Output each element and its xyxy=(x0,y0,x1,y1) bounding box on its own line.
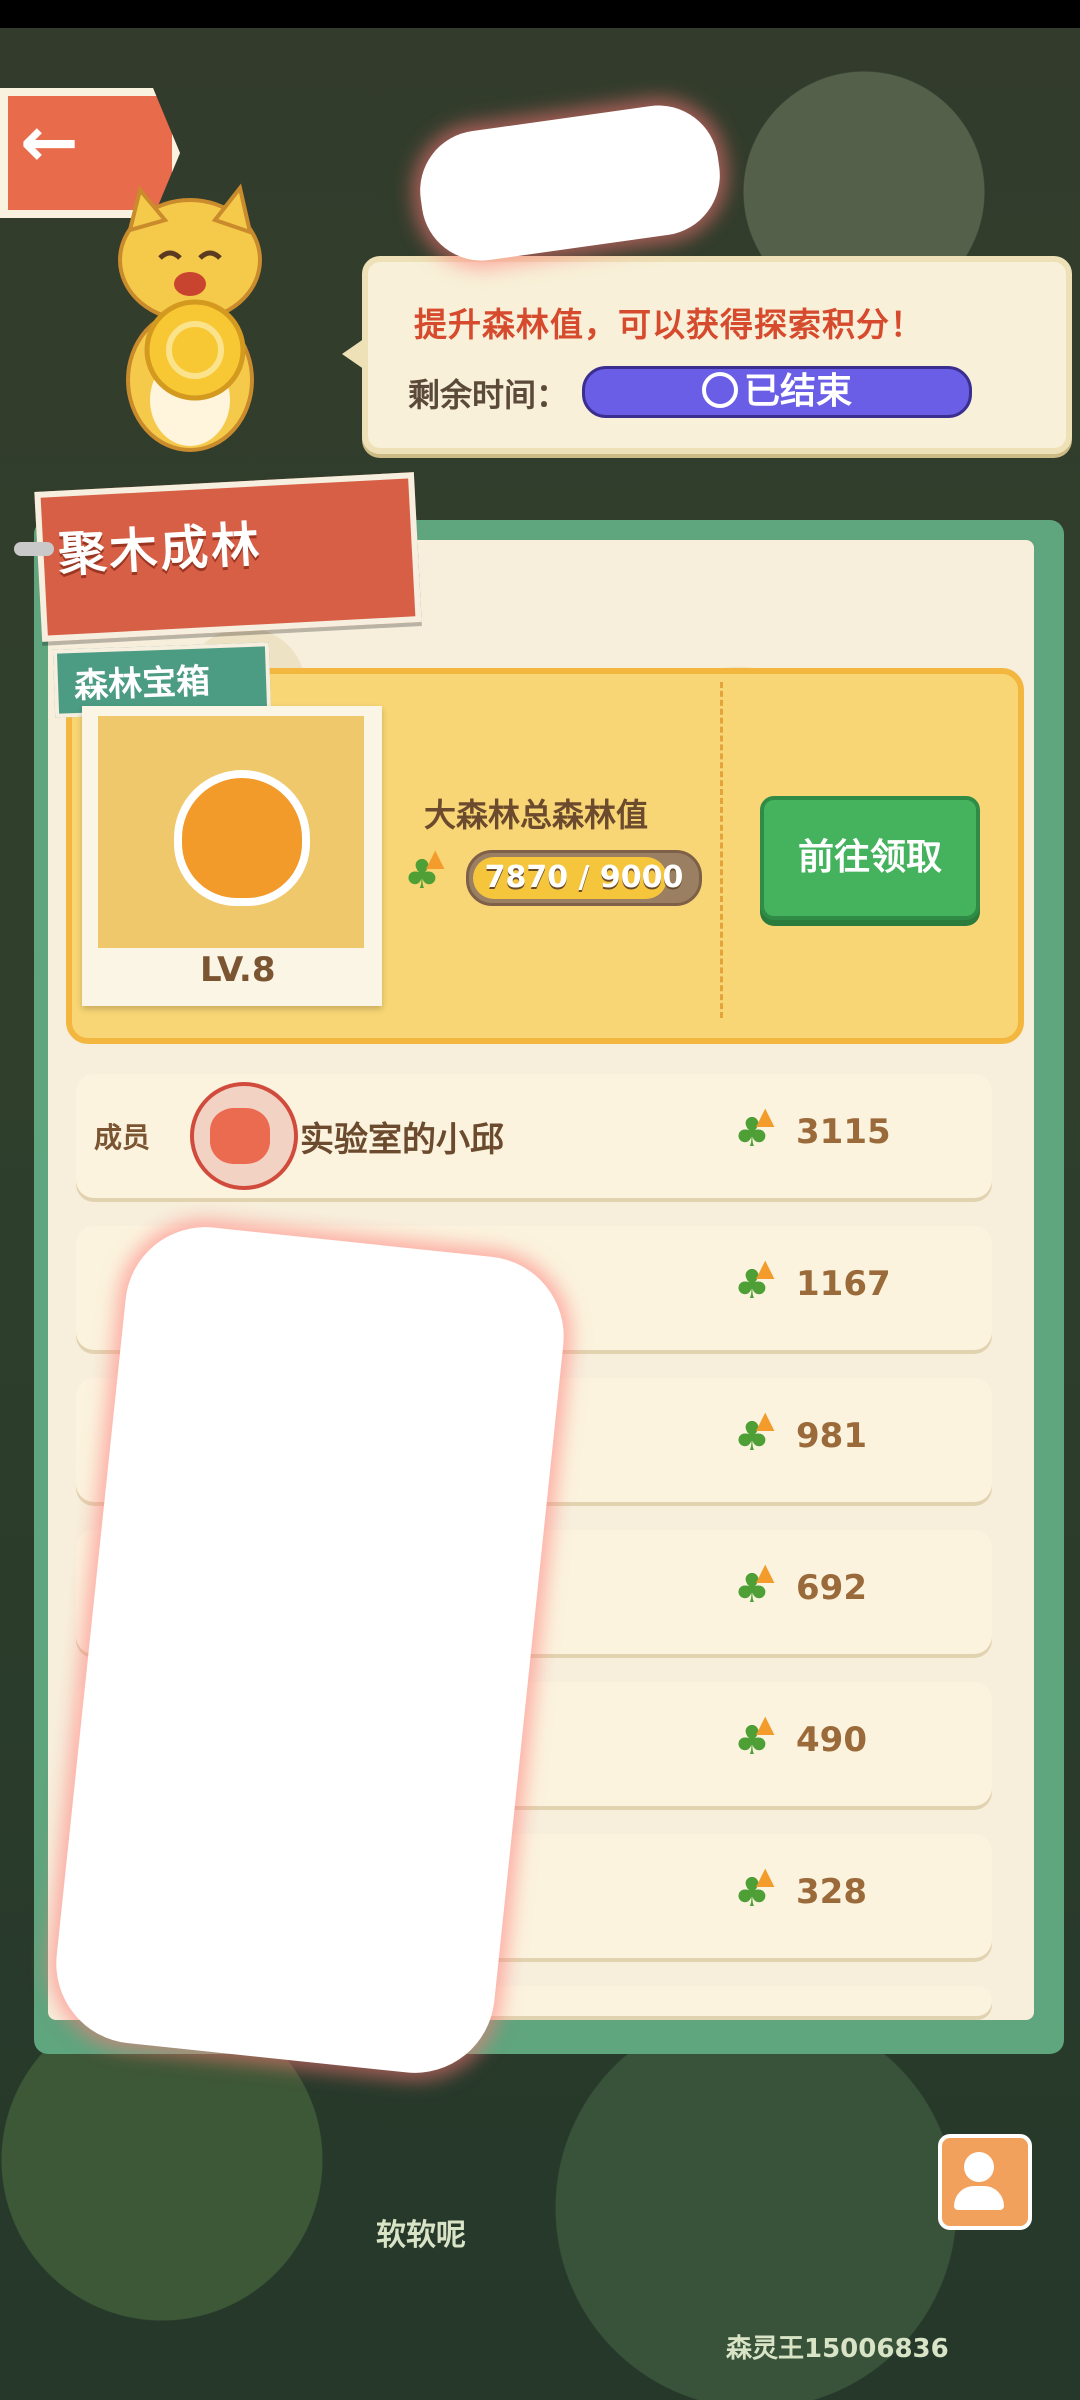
clover-icon: ♣ ▲ xyxy=(734,1406,775,1460)
member-score: 692 xyxy=(796,1568,867,1608)
forest-progress-bar: 7870 / 9000 xyxy=(466,850,702,906)
clip-icon xyxy=(14,542,54,556)
member-score: 3115 xyxy=(796,1112,891,1152)
avatar-icon xyxy=(210,1108,270,1164)
member-score: 981 xyxy=(796,1416,867,1456)
forest-value-title: 大森林总森林值 xyxy=(424,796,649,834)
cat-mascot xyxy=(118,183,262,452)
chest-egg-icon[interactable] xyxy=(174,770,310,906)
member-label: 成员 xyxy=(94,1121,151,1154)
map-label: 森灵王15006836 xyxy=(726,2334,949,2364)
chest-level: LV.8 xyxy=(200,950,276,990)
progress-text: 7870 / 9000 xyxy=(484,860,684,895)
timer-status-text: 已结束 xyxy=(743,371,852,412)
member-score: 1167 xyxy=(796,1264,891,1304)
clock-icon xyxy=(701,372,738,408)
clover-icon: ♣ ▲ xyxy=(734,1254,775,1308)
clover-icon: ♣ ▲ xyxy=(734,1558,775,1612)
panel-title: 聚木成林 xyxy=(56,516,264,584)
clover-icon: ♣ ▲ xyxy=(734,1710,775,1764)
claim-button[interactable]: 前往领取 xyxy=(760,796,980,920)
profile-icon[interactable] xyxy=(938,2134,1032,2230)
member-name: 实验室的小邱 xyxy=(300,1120,504,1160)
redaction xyxy=(48,1219,572,2081)
speech-bubble: 提升森林值，可以获得探索积分！ 剩余时间： 已结束 xyxy=(342,256,1072,454)
timer-status: 已结束 xyxy=(582,366,972,418)
clover-icon: ♣ ▲ xyxy=(734,1862,775,1916)
status-bar xyxy=(0,0,1080,28)
chest-tag-label: 森林宝箱 xyxy=(73,661,211,707)
bubble-message: 提升森林值，可以获得探索积分！ xyxy=(414,305,924,344)
member-score: 490 xyxy=(796,1720,867,1760)
clover-icon: ♣ ▲ xyxy=(404,844,445,898)
time-remaining-label: 剩余时间： xyxy=(408,376,569,414)
member-score: 328 xyxy=(796,1872,867,1912)
map-label: 软软呢 xyxy=(376,2218,466,2253)
back-arrow-icon[interactable]: ← xyxy=(20,106,115,178)
clover-icon: ♣ ▲ xyxy=(734,1102,775,1156)
divider xyxy=(720,682,723,1018)
